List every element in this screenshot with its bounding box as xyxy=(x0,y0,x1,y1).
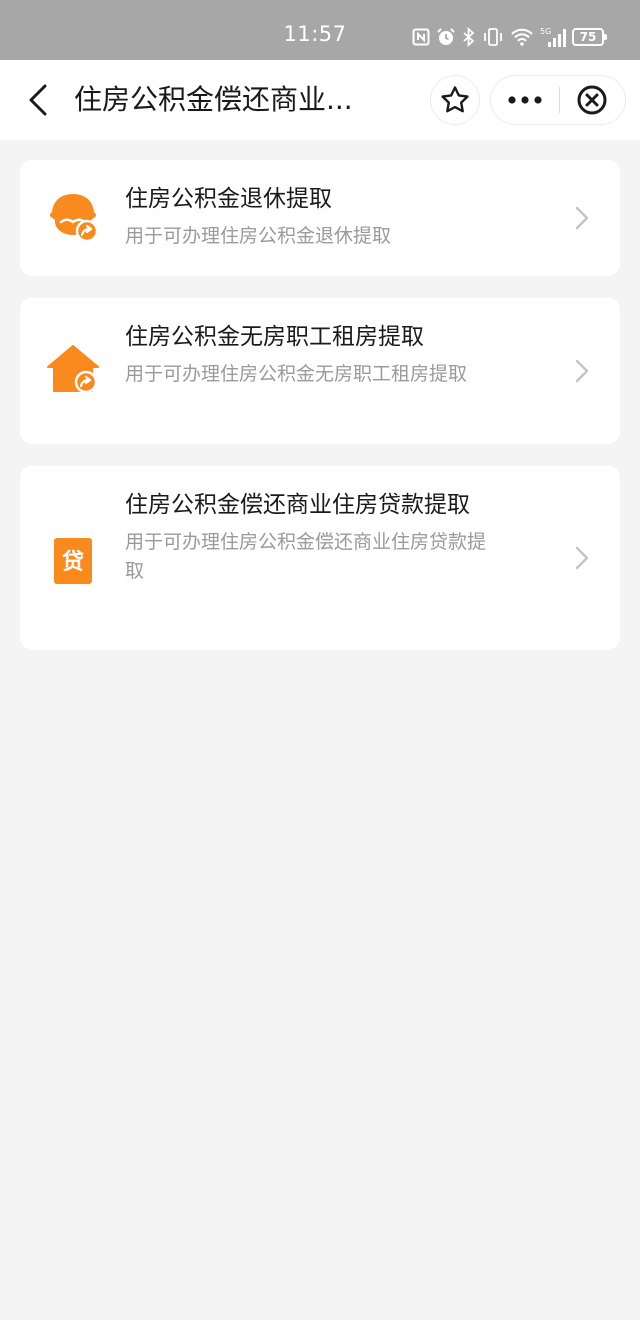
more-icon xyxy=(508,96,542,104)
back-button[interactable] xyxy=(18,78,58,122)
battery-icon: 75 xyxy=(572,28,607,46)
list-item-loan-withdrawal[interactable]: 贷 住房公积金偿还商业住房贷款提取 用于可办理住房公积金偿还商业住房贷款提取 xyxy=(20,466,620,650)
list-item-rent-withdrawal[interactable]: 住房公积金无房职工租房提取 用于可办理住房公积金无房职工租房提取 xyxy=(20,298,620,444)
favorite-button[interactable] xyxy=(430,75,480,125)
service-list: 住房公积金退休提取 用于可办理住房公积金退休提取 住房公积金无房职工租房提取 用… xyxy=(20,160,620,672)
vibrate-icon xyxy=(484,28,502,46)
star-icon xyxy=(441,86,469,113)
list-item-title: 住房公积金偿还商业住房贷款提取 xyxy=(125,492,470,518)
loan-icon: 贷 xyxy=(54,538,92,584)
back-icon xyxy=(29,84,47,116)
list-item-title: 住房公积金退休提取 xyxy=(125,186,332,212)
list-item-retirement-withdrawal[interactable]: 住房公积金退休提取 用于可办理住房公积金退休提取 xyxy=(20,160,620,276)
capsule-menu xyxy=(490,75,626,125)
list-item-desc: 用于可办理住房公积金偿还商业住房贷款提取 xyxy=(125,531,487,582)
list-item-text: 住房公积金无房职工租房提取 用于可办理住房公积金无房职工租房提取 xyxy=(125,320,495,389)
list-item-text: 住房公积金偿还商业住房贷款提取 用于可办理住房公积金偿还商业住房贷款提取 xyxy=(125,488,495,586)
nav-bar: 住房公积金偿还商业... xyxy=(0,60,640,140)
loan-icon-glyph: 贷 xyxy=(62,549,84,575)
list-item-desc: 用于可办理住房公积金无房职工租房提取 xyxy=(125,363,468,385)
close-circle-icon xyxy=(577,85,607,115)
status-bar: 11:57 5G 75 xyxy=(0,0,640,60)
list-item-title: 住房公积金无房职工租房提取 xyxy=(125,324,424,350)
svg-text:5G: 5G xyxy=(540,27,551,36)
house-icon xyxy=(47,345,99,394)
chevron-right-icon xyxy=(575,206,589,230)
chevron-right-icon xyxy=(575,546,589,570)
nfc-icon xyxy=(412,28,430,46)
alarm-icon xyxy=(437,28,455,45)
status-icons: 5G 75 xyxy=(412,24,607,50)
more-button[interactable] xyxy=(491,75,559,125)
page-title: 住房公积金偿还商业... xyxy=(74,83,353,116)
chevron-right-icon xyxy=(575,359,589,383)
close-button[interactable] xyxy=(560,75,626,125)
list-item-desc: 用于可办理住房公积金退休提取 xyxy=(125,225,392,247)
list-item-text: 住房公积金退休提取 用于可办理住房公积金退休提取 xyxy=(125,182,495,251)
wifi-icon xyxy=(511,28,533,46)
signal-5g-icon: 5G xyxy=(540,27,566,47)
retiree-icon xyxy=(50,194,99,243)
bluetooth-icon xyxy=(463,27,475,47)
